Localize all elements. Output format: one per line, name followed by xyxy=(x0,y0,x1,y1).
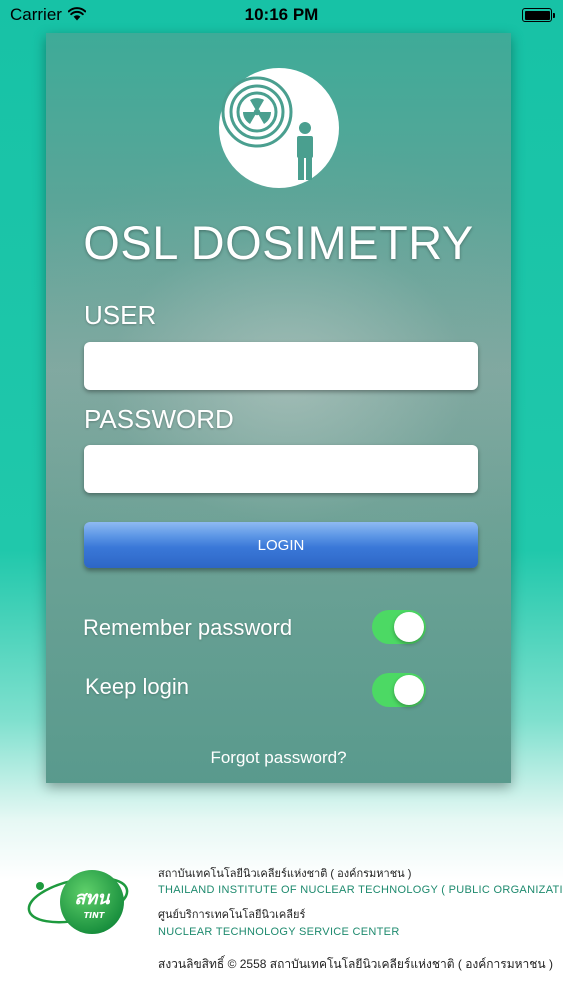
password-label: PASSWORD xyxy=(84,404,234,434)
remember-password-label: Remember password xyxy=(83,615,293,640)
user-input[interactable] xyxy=(84,342,478,390)
toggle-knob xyxy=(394,675,424,705)
keep-login-toggle[interactable] xyxy=(372,673,426,707)
remember-password-toggle[interactable] xyxy=(372,610,426,644)
tint-logo-subtext: TINT xyxy=(84,911,105,920)
org-name-thai: สถาบันเทคโนโลยีนิวเคลียร์แห่งชาติ ( องค์… xyxy=(158,868,412,880)
center-name-english: NUCLEAR TECHNOLOGY SERVICE CENTER xyxy=(158,926,400,938)
center-name-thai: ศูนย์บริการเทคโนโลยีนิวเคลียร์ xyxy=(158,909,306,921)
login-button[interactable]: LOGIN xyxy=(84,522,478,568)
copyright-notice: สงวนลิขสิทธิ์ © 2558 สถาบันเทคโนโลยีนิวเ… xyxy=(158,957,553,971)
org-name-english: THAILAND INSTITUTE OF NUCLEAR TECHNOLOGY… xyxy=(158,884,563,896)
radiation-dosimetry-logo-icon xyxy=(219,68,339,188)
login-card: OSL DOSIMETRY USER PASSWORD LOGIN Rememb… xyxy=(46,33,511,783)
forgot-password-link[interactable]: Forgot password? xyxy=(46,748,511,768)
toggle-knob xyxy=(394,612,424,642)
password-input[interactable] xyxy=(84,445,478,493)
user-label: USER xyxy=(84,300,157,330)
app-title: OSL DOSIMETRY xyxy=(83,216,474,269)
tint-logo-icon: สทน TINT xyxy=(27,870,129,934)
tint-logo-text: สทน xyxy=(74,888,111,909)
status-bar: Carrier 10:16 PM xyxy=(0,0,563,30)
battery-icon xyxy=(522,8,555,22)
status-time: 10:16 PM xyxy=(244,5,319,24)
keep-login-label: Keep login xyxy=(85,674,189,699)
